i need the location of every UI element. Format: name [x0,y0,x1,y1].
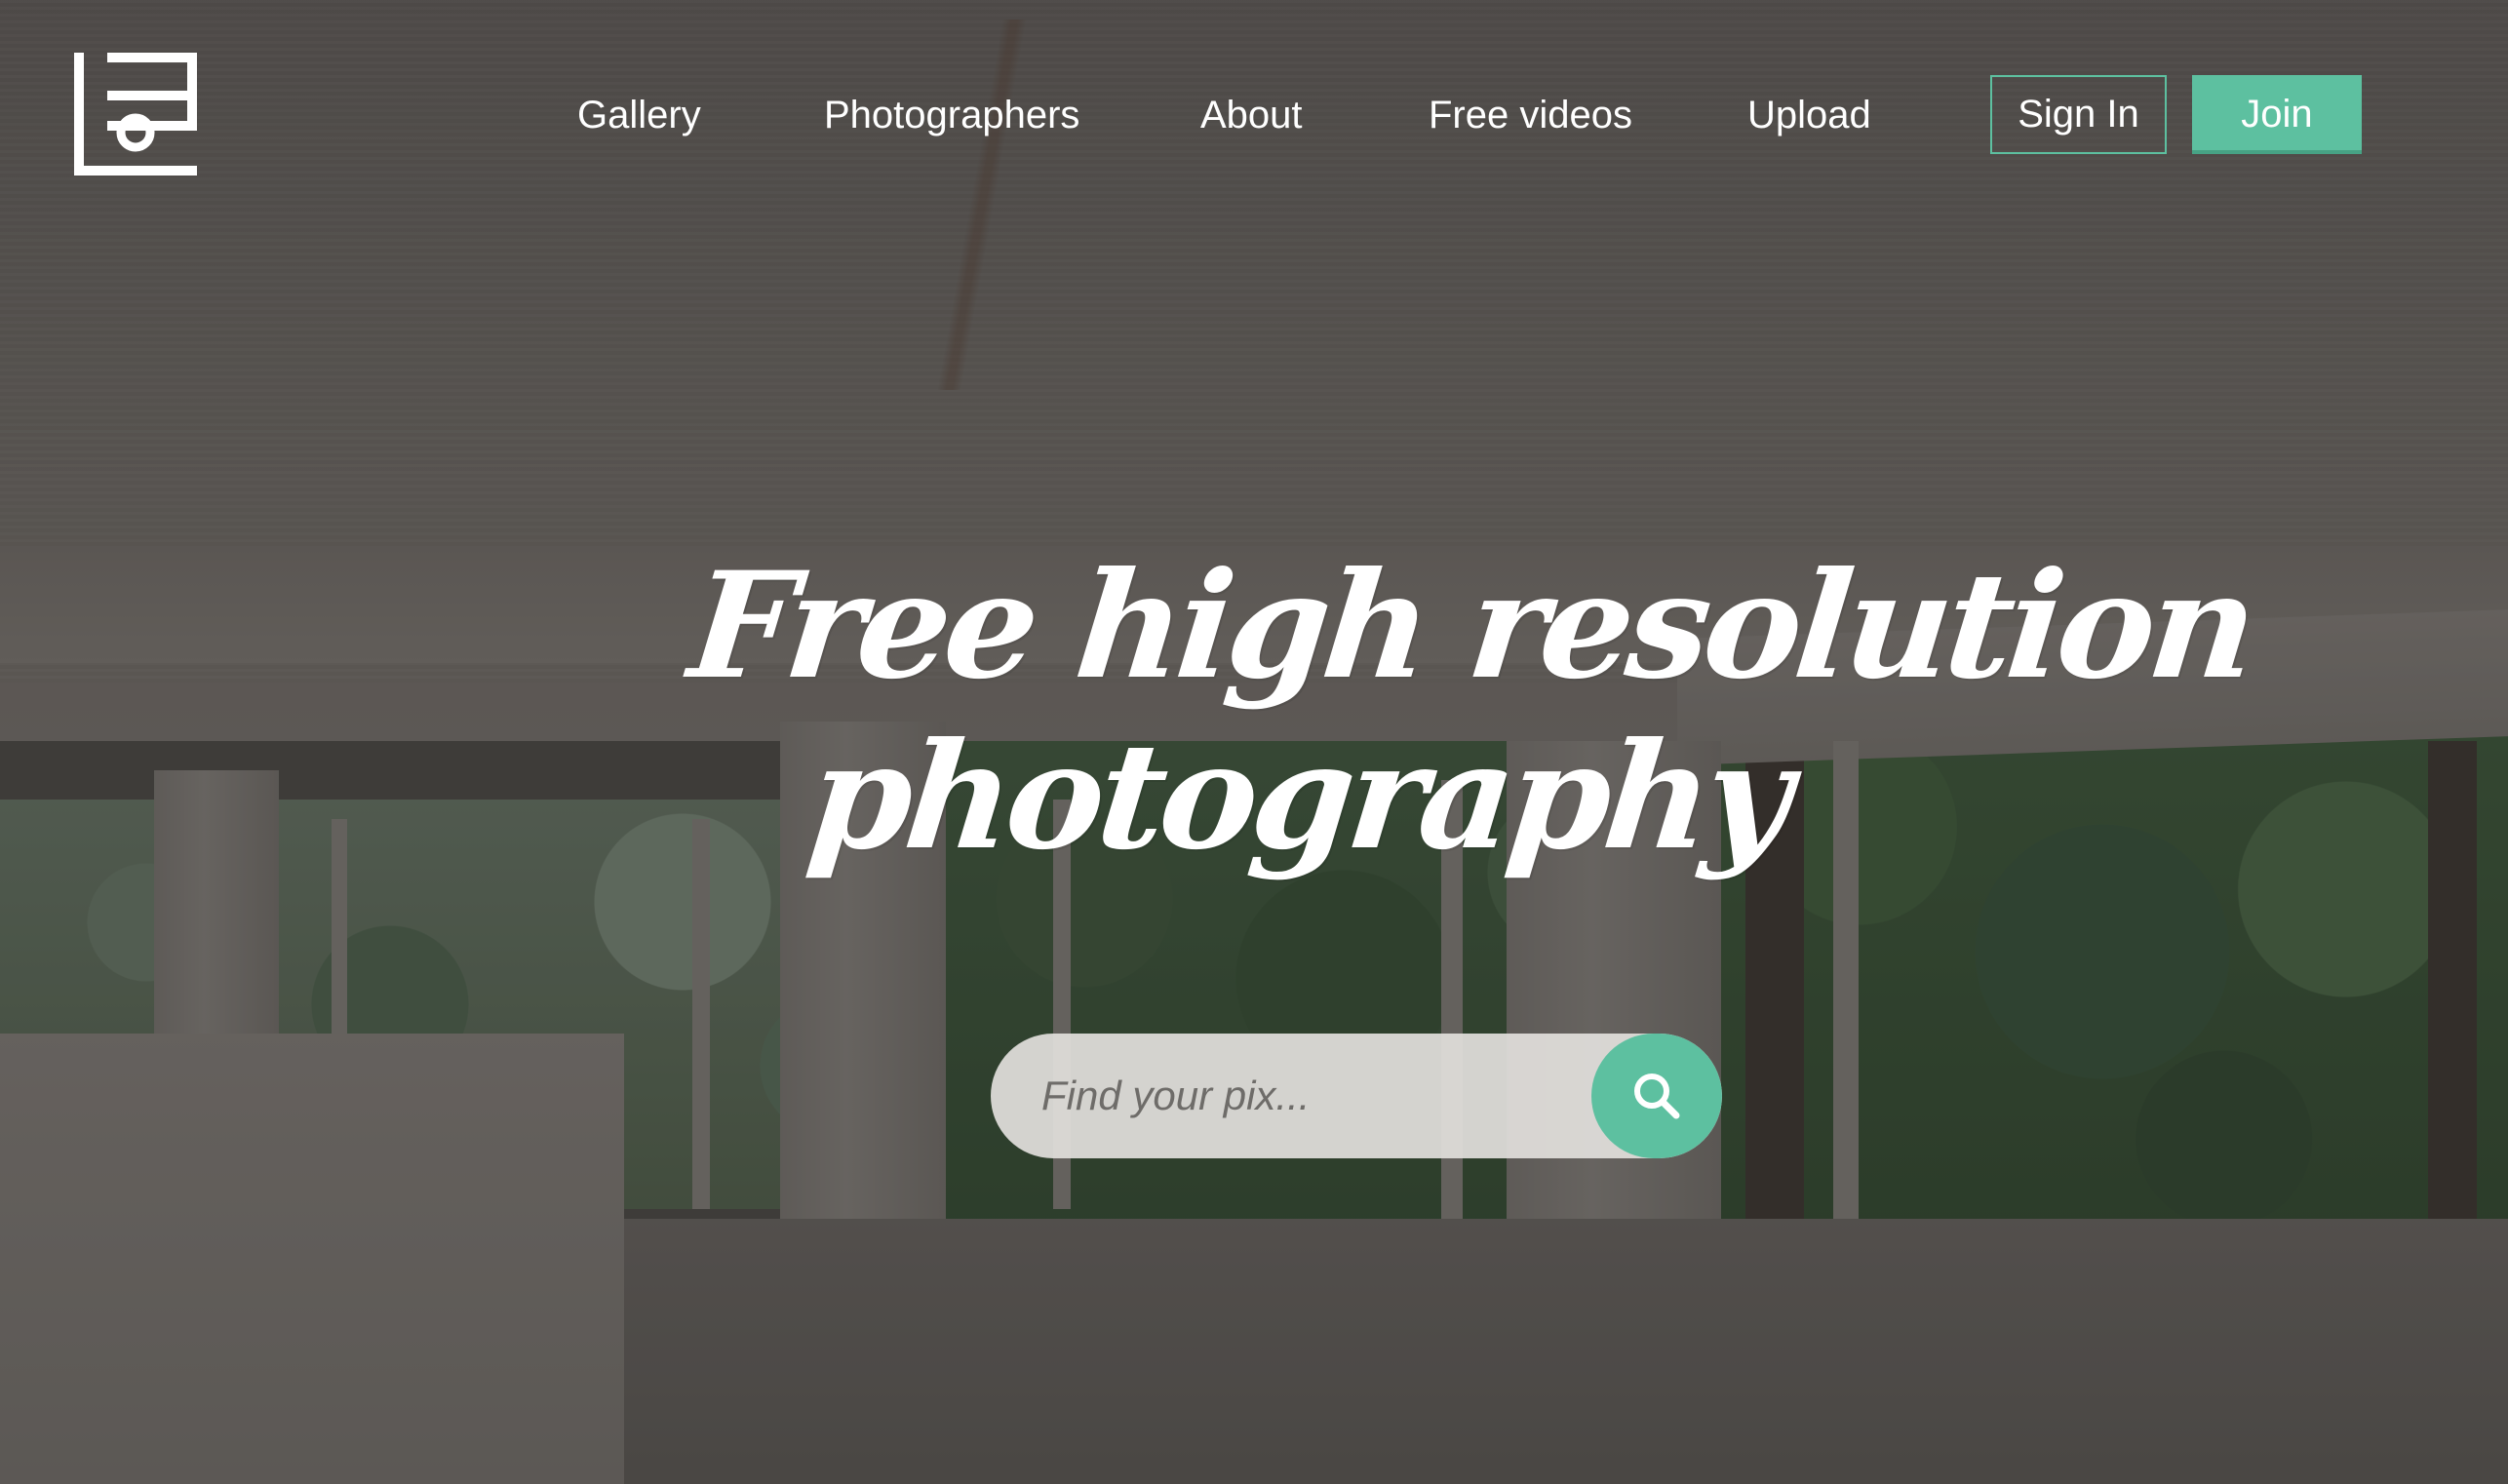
search-bar [991,1034,1722,1158]
hero-section: Gallery Photographers About Free videos … [0,0,2508,1484]
sign-in-button[interactable]: Sign In [1990,75,2167,154]
nav-link-about[interactable]: About [1200,88,1303,142]
hero-headline: Free high resolution photography [665,540,2260,882]
nav-link-photographers[interactable]: Photographers [824,88,1079,142]
logo-icon-graphic [74,53,197,176]
logo-icon[interactable] [74,53,197,176]
hero-headline-line-1: Free high resolution [683,540,2260,712]
search-input[interactable] [991,1034,1595,1158]
nav-link-gallery[interactable]: Gallery [577,88,701,142]
nav-link-free-videos[interactable]: Free videos [1429,88,1632,142]
hero-headline-line-2: photography [801,711,1794,882]
search-button[interactable] [1591,1034,1722,1158]
nav-link-upload[interactable]: Upload [1747,88,1871,142]
search-icon [1634,1074,1680,1119]
join-button[interactable]: Join [2192,75,2362,154]
